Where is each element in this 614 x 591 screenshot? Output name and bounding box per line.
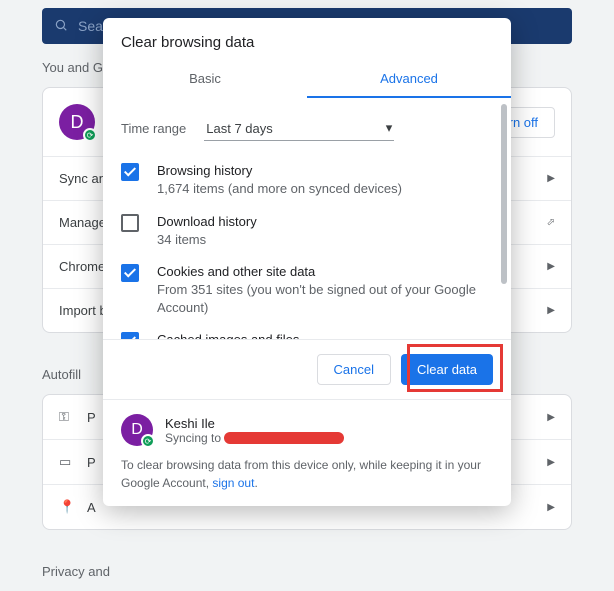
dialog-backdrop: Clear browsing data Basic Advanced Time … <box>0 8 614 508</box>
options-scroll-area: Time range Last 7 days ▾ Browsing histor… <box>103 98 511 339</box>
scrollbar[interactable] <box>501 104 509 304</box>
cancel-button[interactable]: Cancel <box>317 354 391 385</box>
sync-status-prefix: Syncing to <box>165 431 221 445</box>
footer-note: To clear browsing data from this device … <box>121 458 481 490</box>
sign-out-link[interactable]: sign out <box>212 476 254 490</box>
user-name: Keshi Ile <box>165 416 344 431</box>
time-range-value: Last 7 days <box>206 121 273 136</box>
clear-data-button[interactable]: Clear data <box>401 354 493 385</box>
option-title: Cached images and files <box>157 332 299 339</box>
option-subtitle: 1,674 items (and more on synced devices) <box>157 180 402 198</box>
dialog-footer: D ⟳ Keshi Ile Syncing to To clear browsi… <box>103 399 511 506</box>
clear-browsing-data-dialog: Clear browsing data Basic Advanced Time … <box>103 18 511 506</box>
time-range-label: Time range <box>121 121 186 136</box>
option-title: Download history <box>157 214 257 229</box>
option-title: Browsing history <box>157 163 402 178</box>
redacted-email <box>224 432 344 444</box>
checkbox[interactable] <box>121 214 139 232</box>
avatar-initial: D <box>131 421 143 439</box>
dialog-title: Clear browsing data <box>103 18 511 61</box>
option-subtitle: 34 items <box>157 231 257 249</box>
sync-badge-icon: ⟳ <box>141 434 155 448</box>
option-title: Cookies and other site data <box>157 264 493 279</box>
checkbox[interactable] <box>121 163 139 181</box>
option-row: Browsing history 1,674 items (and more on… <box>103 155 511 206</box>
checkbox[interactable] <box>121 332 139 339</box>
section-privacy: Privacy and <box>0 548 614 591</box>
option-row: Cookies and other site data From 351 site… <box>103 256 511 324</box>
footer-avatar: D ⟳ <box>121 414 153 446</box>
tab-advanced[interactable]: Advanced <box>307 61 511 98</box>
checkbox[interactable] <box>121 264 139 282</box>
dropdown-icon: ▾ <box>386 120 393 136</box>
option-row: Cached images and filesLess than 319 MB <box>103 324 511 339</box>
dialog-actions: Cancel Clear data <box>103 339 511 399</box>
tab-basic[interactable]: Basic <box>103 61 307 98</box>
option-row: Download history 34 items <box>103 206 511 257</box>
option-subtitle: From 351 sites (you won't be signed out … <box>157 281 493 316</box>
dialog-tabs: Basic Advanced <box>103 61 511 98</box>
time-range-select[interactable]: Last 7 days ▾ <box>204 116 394 141</box>
